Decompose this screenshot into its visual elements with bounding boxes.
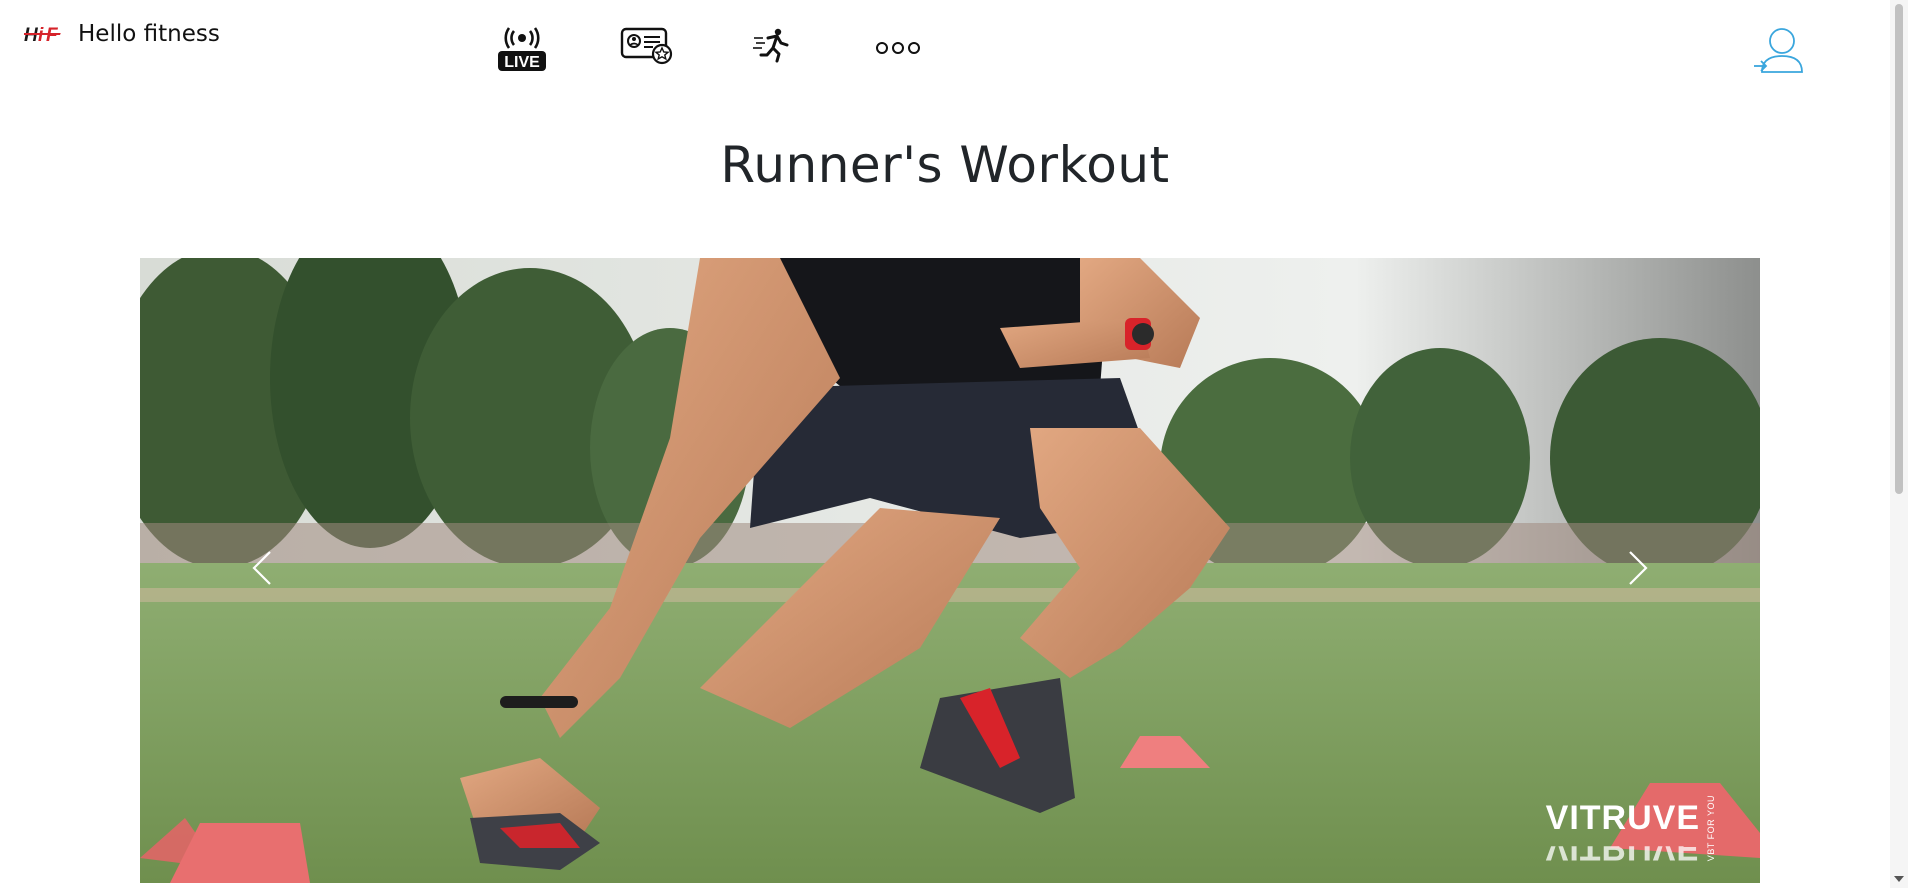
carousel-prev-button[interactable] bbox=[222, 528, 302, 608]
nav-membership[interactable] bbox=[620, 26, 674, 70]
scroll-down-arrow-icon[interactable] bbox=[1894, 876, 1904, 882]
nav-more[interactable] bbox=[874, 40, 922, 60]
workout-carousel: VITRUVE VITRUVE VBT FOR YOU bbox=[140, 258, 1760, 883]
live-label: LIVE bbox=[504, 54, 540, 71]
brand-logo: H i F bbox=[24, 20, 68, 48]
vitruve-watermark: VITRUVE VITRUVE VBT FOR YOU bbox=[1546, 795, 1716, 865]
page-title: Runner's Workout bbox=[720, 136, 1170, 194]
watermark-tagline: VBT FOR YOU bbox=[1706, 794, 1716, 861]
membership-card-icon bbox=[620, 27, 673, 65]
more-dots-icon bbox=[876, 42, 920, 54]
live-broadcast-icon: LIVE bbox=[498, 27, 546, 71]
workout-photo bbox=[140, 258, 1760, 883]
scrollbar-thumb[interactable] bbox=[1895, 4, 1903, 494]
carousel-next-button[interactable] bbox=[1598, 528, 1678, 608]
page-scrollbar[interactable] bbox=[1890, 0, 1908, 888]
chevron-left-icon bbox=[252, 551, 271, 585]
user-profile-button[interactable] bbox=[1752, 26, 1808, 80]
brand-name: Hello fitness bbox=[78, 21, 220, 47]
nav-live[interactable]: LIVE bbox=[496, 26, 548, 78]
running-person-icon bbox=[753, 28, 789, 63]
user-profile-icon bbox=[1754, 28, 1803, 73]
top-navbar: H i F Hello fitness LIVE bbox=[0, 0, 1890, 100]
watermark-text: VITRUVE bbox=[1545, 799, 1700, 837]
nav-running[interactable] bbox=[752, 28, 792, 68]
chevron-right-icon bbox=[1629, 551, 1648, 585]
brand[interactable]: H i F Hello fitness bbox=[24, 20, 220, 48]
